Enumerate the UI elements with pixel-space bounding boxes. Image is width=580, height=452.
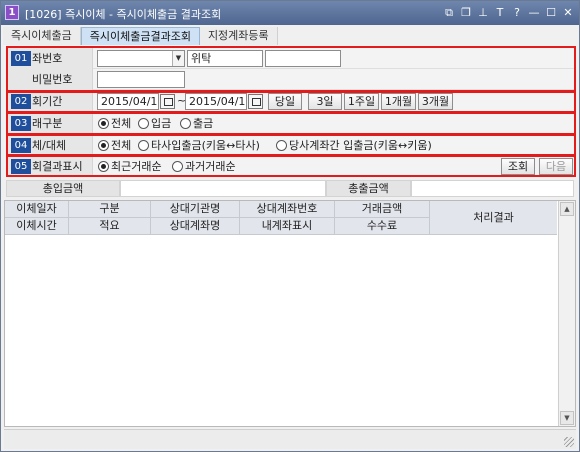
type-row: 03 래구분 전체 입금 출금 — [7, 113, 576, 134]
total-withdraw-label: 총출금액 — [326, 180, 411, 197]
scroll-up-icon[interactable]: ▲ — [560, 202, 574, 216]
radio-selected-icon[interactable] — [98, 118, 109, 129]
search-button[interactable]: 조회 — [501, 158, 535, 175]
type-option-all-label: 전체 — [111, 117, 132, 130]
maximize-icon[interactable]: ☐ — [544, 5, 558, 20]
window-number-badge: 1 — [5, 5, 19, 20]
period-1month-button[interactable]: 1개월 — [381, 93, 416, 110]
password-row: 비밀번호 — [7, 69, 576, 90]
type-option-deposit-label: 입금 — [151, 117, 172, 130]
pin-icon[interactable]: ⊥ — [476, 5, 490, 20]
step-badge-03: 03 — [11, 116, 31, 131]
display-option-past[interactable]: 과거거래순 — [171, 158, 236, 175]
transfer-row: 04 체/대체 전체 타사입출금(키움↔타사) 당사계좌간 입출금(키움↔키움) — [7, 135, 576, 156]
period-3months-button[interactable]: 3개월 — [418, 93, 453, 110]
type-option-all[interactable]: 전체 — [97, 115, 131, 132]
column-header-result[interactable]: 처리결과 — [430, 201, 557, 235]
column-header-transfer-date[interactable]: 이체일자 — [5, 201, 69, 218]
period-row: 02 회기간 2015/04/10 ~ 2015/04/10 당일 3일 1주일… — [7, 91, 576, 112]
total-deposit-label: 총입금액 — [6, 180, 120, 197]
password-label: 비밀번호 — [7, 69, 93, 90]
column-header-memo[interactable]: 적요 — [69, 218, 151, 235]
step-badge-05: 05 — [11, 159, 31, 174]
tab-bar: 즉시이체출금 즉시이체출금결과조회 지정계좌등록 — [3, 27, 278, 45]
step-badge-02: 02 — [11, 94, 31, 109]
column-header-amount[interactable]: 거래금액 — [335, 201, 430, 218]
period-3days-button[interactable]: 3일 — [308, 93, 342, 110]
calendar-icon[interactable] — [248, 94, 263, 109]
close-icon[interactable]: ✕ — [561, 5, 575, 20]
account-row: 01 좌번호 ▼ 위탁 — [7, 48, 576, 69]
radio-icon[interactable] — [276, 140, 287, 151]
radio-icon[interactable] — [180, 118, 191, 129]
total-withdraw-value — [411, 180, 574, 197]
period-1week-button[interactable]: 1주일 — [344, 93, 379, 110]
title-bar-controls: ⧉ ❐ ⊥ T ? — ☐ ✕ — [442, 5, 575, 20]
column-header-category[interactable]: 구분 — [69, 201, 151, 218]
tab-transfer-result[interactable]: 즉시이체출금결과조회 — [80, 27, 200, 45]
restore-icon[interactable]: ⧉ — [442, 5, 456, 20]
step-badge-01: 01 — [11, 51, 31, 66]
column-header-fee[interactable]: 수수료 — [335, 218, 430, 235]
summary-bar: 총입금액 총출금액 — [6, 180, 574, 197]
copy-icon[interactable]: ❐ — [459, 5, 473, 20]
type-option-withdraw[interactable]: 출금 — [179, 115, 213, 132]
radio-icon[interactable] — [172, 161, 183, 172]
grid-header: 이체일자 구분 상대기관명 상대계좌번호 거래금액 이체시간 적요 상대계좌명 … — [5, 201, 557, 235]
period-today-button[interactable]: 당일 — [268, 93, 302, 110]
step-badge-04: 04 — [11, 138, 31, 153]
column-header-transfer-time[interactable]: 이체시간 — [5, 218, 69, 235]
password-input[interactable] — [97, 71, 185, 88]
end-date-input[interactable]: 2015/04/10 — [185, 93, 247, 110]
start-date-input[interactable]: 2015/04/10 — [97, 93, 159, 110]
transfer-option-internal-label: 당사계좌간 입출금(키움↔키움) — [289, 139, 432, 152]
transfer-option-external-label: 타사입출금(키움↔타사) — [151, 139, 260, 152]
total-deposit-value — [120, 180, 326, 197]
tab-transfer-withdraw[interactable]: 즉시이체출금 — [3, 27, 81, 45]
column-header-counterparty-institution[interactable]: 상대기관명 — [151, 201, 240, 218]
display-option-recent-label: 최근거래순 — [111, 160, 162, 173]
display-option-past-label: 과거거래순 — [185, 160, 236, 173]
scroll-down-icon[interactable]: ▼ — [560, 411, 574, 425]
display-row: 05 회결과표시 최근거래순 과거거래순 조회 다음 — [7, 156, 576, 177]
font-size-icon[interactable]: T — [493, 5, 507, 20]
column-header-counterparty-account[interactable]: 상대계좌번호 — [240, 201, 335, 218]
transfer-option-all[interactable]: 전체 — [97, 137, 131, 154]
tab-registered-accounts[interactable]: 지정계좌등록 — [199, 27, 278, 45]
account-name-field — [265, 50, 341, 67]
calendar-icon[interactable] — [160, 94, 175, 109]
column-header-counterparty-name[interactable]: 상대계좌명 — [151, 218, 240, 235]
column-header-my-account[interactable]: 내계좌표시 — [240, 218, 335, 235]
type-option-deposit[interactable]: 입금 — [137, 115, 171, 132]
search-form: 01 좌번호 ▼ 위탁 비밀번호 02 회기간 2015/04/10 ~ 201… — [4, 45, 576, 177]
transfer-option-all-label: 전체 — [111, 139, 132, 152]
result-grid: 이체일자 구분 상대기관명 상대계좌번호 거래금액 이체시간 적요 상대계좌명 … — [4, 200, 576, 427]
window-title: [1026] 즉시이체 - 즉시이체출금 결과조회 — [25, 8, 222, 21]
minimize-icon[interactable]: — — [527, 5, 541, 20]
resize-grip-icon[interactable] — [564, 437, 574, 447]
next-button[interactable]: 다음 — [539, 158, 573, 175]
radio-selected-icon[interactable] — [98, 140, 109, 151]
display-option-recent[interactable]: 최근거래순 — [97, 158, 162, 175]
chevron-down-icon[interactable]: ▼ — [172, 51, 184, 66]
account-select[interactable]: ▼ — [97, 50, 185, 67]
status-bar — [4, 429, 576, 449]
type-option-withdraw-label: 출금 — [193, 117, 214, 130]
help-icon[interactable]: ? — [510, 5, 524, 20]
radio-icon[interactable] — [138, 140, 149, 151]
account-type-field: 위탁 — [187, 50, 263, 67]
radio-selected-icon[interactable] — [98, 161, 109, 172]
title-bar[interactable]: 1 [1026] 즉시이체 - 즉시이체출금 결과조회 ⧉ ❐ ⊥ T ? — … — [1, 1, 579, 25]
radio-icon[interactable] — [138, 118, 149, 129]
transfer-option-external[interactable]: 타사입출금(키움↔타사) — [137, 137, 260, 154]
app-window: 1 [1026] 즉시이체 - 즉시이체출금 결과조회 ⧉ ❐ ⊥ T ? — … — [0, 0, 580, 452]
vertical-scrollbar[interactable]: ▲ ▼ — [558, 201, 575, 426]
transfer-option-internal[interactable]: 당사계좌간 입출금(키움↔키움) — [275, 137, 432, 154]
